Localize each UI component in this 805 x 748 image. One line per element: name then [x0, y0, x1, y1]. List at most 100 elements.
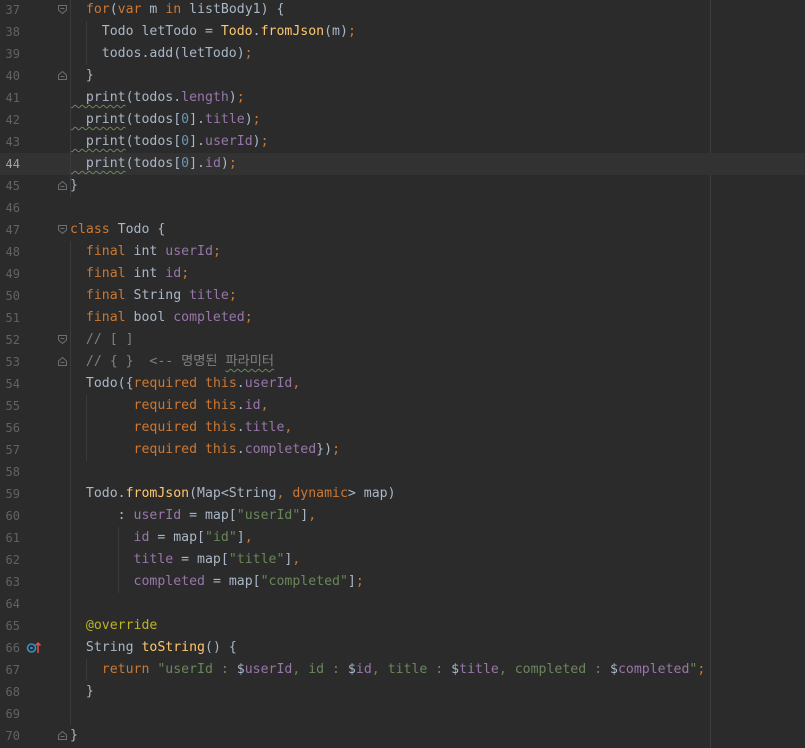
- code-text[interactable]: // { } <-- 명명된 파라미터: [70, 351, 274, 373]
- code-token: this: [205, 376, 237, 391]
- code-text[interactable]: : userId = map["userId"],: [70, 505, 317, 527]
- code-token: fromJson: [125, 486, 190, 501]
- code-text[interactable]: final int id;: [70, 263, 189, 285]
- code-line[interactable]: 53 // { } <-- 명명된 파라미터: [0, 351, 805, 373]
- code-text[interactable]: print(todos[0].userId);: [70, 131, 269, 153]
- code-line[interactable]: 63 completed = map["completed"];: [0, 571, 805, 593]
- code-line[interactable]: 67 return "userId : $userId, id : $id, t…: [0, 659, 805, 681]
- code-text[interactable]: Todo.fromJson(Map<String, dynamic> map): [70, 483, 396, 505]
- code-line[interactable]: 54 Todo({required this.userId,: [0, 373, 805, 395]
- indent-guide: [86, 21, 87, 65]
- code-text[interactable]: required this.title,: [70, 417, 293, 439]
- code-line[interactable]: 69: [0, 703, 805, 725]
- code-token: ;: [244, 310, 253, 325]
- code-token: Todo letTodo =: [70, 24, 221, 39]
- code-line[interactable]: 48 final int userId;: [0, 241, 805, 263]
- code-text[interactable]: // [ ]: [70, 329, 134, 351]
- code-token: :: [70, 508, 134, 523]
- line-number: 43: [5, 135, 20, 149]
- code-text[interactable]: @override: [70, 615, 157, 637]
- code-text[interactable]: return "userId : $userId, id : $id, titl…: [70, 659, 706, 681]
- code-line[interactable]: 42 print(todos[0].title);: [0, 109, 805, 131]
- fold-close-icon[interactable]: [58, 731, 67, 740]
- code-line[interactable]: 37 for(var m in listBody1) {: [0, 0, 805, 21]
- code-text[interactable]: }: [70, 725, 78, 747]
- code-text[interactable]: id = map["id"],: [70, 527, 253, 549]
- line-number: 46: [5, 201, 20, 215]
- code-text[interactable]: class Todo {: [70, 219, 165, 241]
- code-line[interactable]: 40 }: [0, 65, 805, 87]
- fold-open-icon[interactable]: [58, 335, 67, 344]
- code-text[interactable]: print(todos[0].title);: [70, 109, 261, 131]
- code-line[interactable]: 43 print(todos[0].userId);: [0, 131, 805, 153]
- code-text[interactable]: }: [70, 65, 94, 87]
- code-text[interactable]: todos.add(letTodo);: [70, 43, 253, 65]
- code-line[interactable]: 68 }: [0, 681, 805, 703]
- code-line[interactable]: 52 // [ ]: [0, 329, 805, 351]
- code-token: completed: [617, 662, 690, 677]
- code-line[interactable]: 50 final String title;: [0, 285, 805, 307]
- code-token: ].: [189, 156, 205, 171]
- code-token: ,: [308, 508, 317, 523]
- fold-open-icon[interactable]: [58, 225, 67, 234]
- code-line[interactable]: 57 required this.completed});: [0, 439, 805, 461]
- code-line[interactable]: 51 final bool completed;: [0, 307, 805, 329]
- code-token: = map[: [173, 552, 229, 567]
- code-text[interactable]: for(var m in listBody1) {: [70, 0, 285, 21]
- code-text[interactable]: final int userId;: [70, 241, 221, 263]
- fold-open-icon[interactable]: [58, 5, 67, 14]
- code-text[interactable]: final bool completed;: [70, 307, 253, 329]
- code-token: (m): [324, 24, 348, 39]
- code-line[interactable]: 60 : userId = map["userId"],: [0, 505, 805, 527]
- code-token: ;: [347, 24, 356, 39]
- line-number: 49: [5, 267, 20, 281]
- code-token: String: [70, 640, 142, 655]
- code-text[interactable]: }: [70, 175, 78, 197]
- code-text[interactable]: }: [70, 681, 94, 703]
- code-line[interactable]: 64: [0, 593, 805, 615]
- code-text[interactable]: completed = map["completed"];: [70, 571, 364, 593]
- code-line[interactable]: 65 @override: [0, 615, 805, 637]
- code-line[interactable]: 39 todos.add(letTodo);: [0, 43, 805, 65]
- code-text[interactable]: print(todos.length);: [70, 87, 245, 109]
- line-number: 69: [5, 707, 20, 721]
- code-token: print: [70, 156, 126, 171]
- code-line[interactable]: 44 print(todos[0].id);: [0, 153, 805, 175]
- code-text[interactable]: Todo({required this.userId,: [70, 373, 300, 395]
- code-token: required: [70, 398, 205, 413]
- code-text[interactable]: print(todos[0].id);: [70, 153, 237, 175]
- code-line[interactable]: 66 String toString() {: [0, 637, 805, 659]
- code-line[interactable]: 58: [0, 461, 805, 483]
- code-token: $: [236, 662, 245, 677]
- code-line[interactable]: 59 Todo.fromJson(Map<String, dynamic> ma…: [0, 483, 805, 505]
- code-text[interactable]: required this.completed});: [70, 439, 341, 461]
- code-line[interactable]: 56 required this.title,: [0, 417, 805, 439]
- code-editor[interactable]: 37 for(var m in listBody1) {38 Todo letT…: [0, 0, 805, 748]
- line-number: 59: [5, 487, 20, 501]
- line-number: 66: [5, 641, 20, 655]
- code-line[interactable]: 47 class Todo {: [0, 219, 805, 241]
- code-line[interactable]: 55 required this.id,: [0, 395, 805, 417]
- fold-close-icon[interactable]: [58, 181, 67, 190]
- override-method-icon[interactable]: [26, 640, 42, 656]
- code-line[interactable]: 45}: [0, 175, 805, 197]
- code-text[interactable]: required this.id,: [70, 395, 269, 417]
- code-line[interactable]: 70}: [0, 725, 805, 747]
- fold-close-icon[interactable]: [58, 357, 67, 366]
- indent-guide: [70, 0, 71, 197]
- code-line[interactable]: 62 title = map["title"],: [0, 549, 805, 571]
- code-text[interactable]: Todo letTodo = Todo.fromJson(m);: [70, 21, 356, 43]
- code-line[interactable]: 46: [0, 197, 805, 219]
- fold-close-icon[interactable]: [58, 71, 67, 80]
- code-line[interactable]: 38 Todo letTodo = Todo.fromJson(m);: [0, 21, 805, 43]
- code-text[interactable]: String toString() {: [70, 637, 237, 659]
- code-line[interactable]: 41 print(todos.length);: [0, 87, 805, 109]
- code-line[interactable]: 61 id = map["id"],: [0, 527, 805, 549]
- code-token: required: [70, 420, 205, 435]
- code-token: .: [236, 398, 245, 413]
- code-text[interactable]: final String title;: [70, 285, 237, 307]
- code-token: }: [70, 684, 94, 699]
- code-line[interactable]: 49 final int id;: [0, 263, 805, 285]
- code-token: .: [252, 24, 261, 39]
- code-text[interactable]: title = map["title"],: [70, 549, 301, 571]
